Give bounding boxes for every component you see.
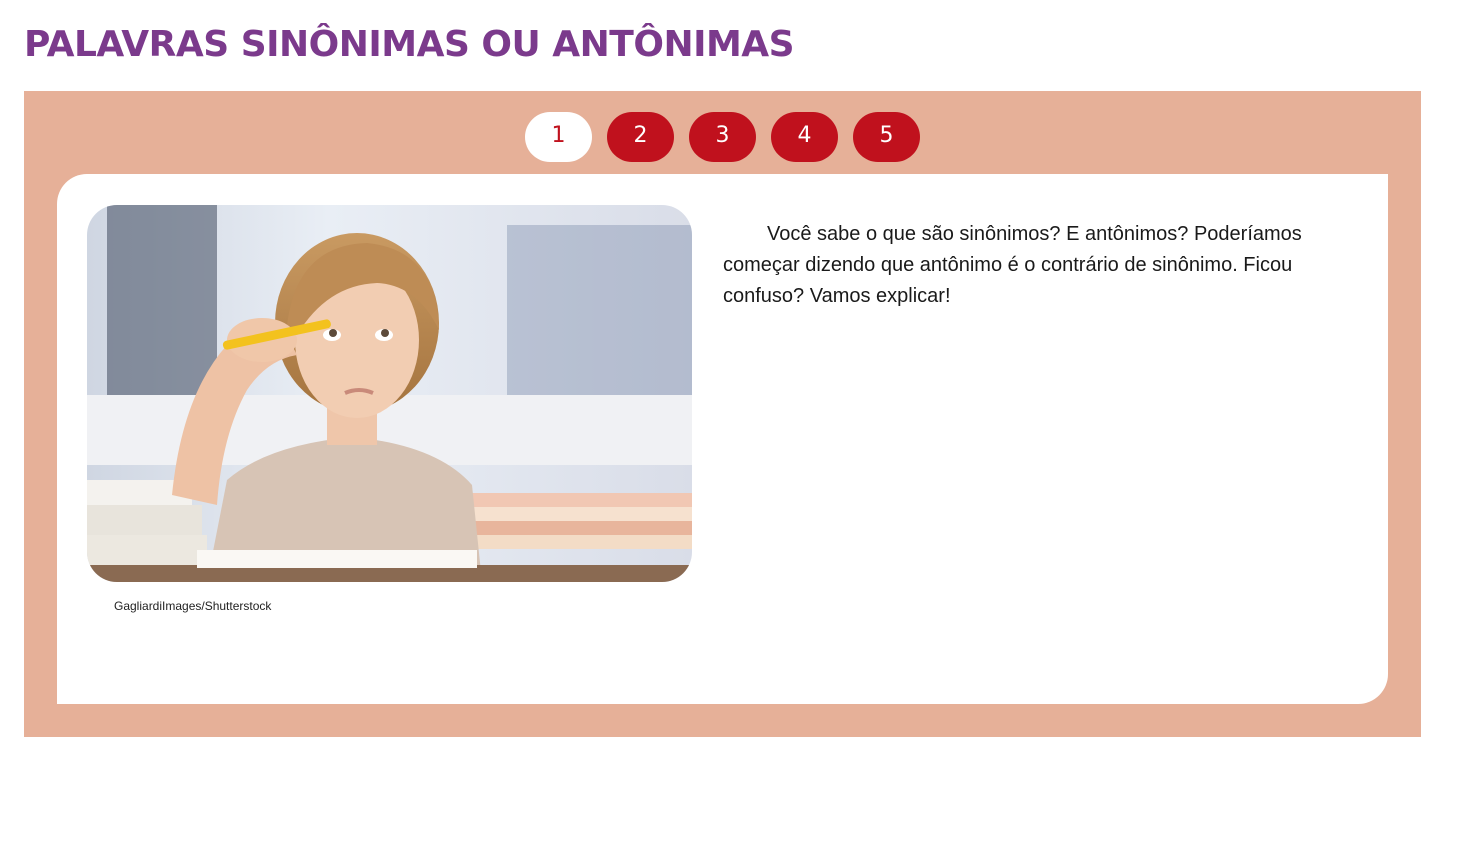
page-title: PALAVRAS SINÔNIMAS OU ANTÔNIMAS	[24, 24, 795, 65]
thinking-boy-photo	[87, 205, 692, 582]
pager-button-4[interactable]: 4	[771, 112, 838, 162]
content-panel: 1 2 3 4 5 GagliardiImages/Shutterstock V…	[24, 91, 1421, 737]
content-card: GagliardiImages/Shutterstock Você sabe o…	[57, 174, 1388, 704]
pager-button-5[interactable]: 5	[853, 112, 920, 162]
pager-button-1[interactable]: 1	[525, 112, 592, 162]
intro-paragraph: Você sabe o que são sinônimos? E antônim…	[723, 223, 1302, 307]
pager-button-2[interactable]: 2	[607, 112, 674, 162]
image-credit: GagliardiImages/Shutterstock	[114, 599, 272, 613]
pager-button-3[interactable]: 3	[689, 112, 756, 162]
page-pager: 1 2 3 4 5	[525, 112, 920, 162]
